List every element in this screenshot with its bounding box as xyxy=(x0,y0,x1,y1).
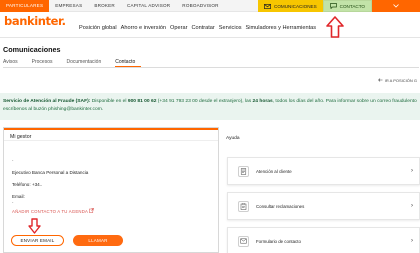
chevron-right-icon: › xyxy=(411,203,413,209)
top-nav-particulares[interactable]: PARTICULARES xyxy=(0,0,50,12)
chat-icon xyxy=(329,3,337,9)
notice-text-1: Disponible en el xyxy=(91,99,127,104)
notice-text-4: . xyxy=(101,107,104,112)
contacto-label: CONTACTO xyxy=(339,3,365,9)
notice-hours: 24 horas xyxy=(252,99,273,104)
gestor-role: Ejecutivo Banca Personal a Distancia xyxy=(12,170,89,175)
notice-text-2: (+34 91 793 23 00 desde el extranjero), … xyxy=(157,99,252,104)
external-link-icon xyxy=(89,208,95,214)
ayuda-card-atencion-cliente[interactable]: Atención al cliente › xyxy=(227,157,420,185)
clipboard-icon xyxy=(238,200,249,212)
bankinter-logo[interactable]: bankinter. xyxy=(4,14,66,28)
top-right-actions: COMUNICACIONES CONTACTO xyxy=(258,0,420,12)
top-nav-capital-advisor[interactable]: CAPITAL ADVISOR xyxy=(121,0,176,12)
tab-documentacion[interactable]: Documentación xyxy=(66,57,107,67)
gestor-email-label: Email: xyxy=(12,194,25,199)
comunicaciones-label: COMUNICACIONES xyxy=(274,3,317,9)
mi-gestor-card: Mi gestor · Ejecutivo Banca Personal a D… xyxy=(3,127,219,253)
notice-email-link[interactable]: phishing@bankinter.com xyxy=(48,107,102,112)
ayuda-item-label: Consultar reclamaciones xyxy=(256,203,305,209)
call-button[interactable]: LLAMAR xyxy=(73,235,123,246)
gestor-email-placeholder: · xyxy=(12,200,14,206)
user-menu-button[interactable] xyxy=(372,0,420,12)
ayuda-item-label: Formulario de contacto xyxy=(256,238,301,244)
gestor-phone-label: Teléfono: xyxy=(12,182,31,187)
annotation-arrow-up-icon xyxy=(326,16,344,38)
mail-icon xyxy=(264,3,271,9)
contacto-button[interactable]: CONTACTO xyxy=(322,0,372,12)
chevron-right-icon: › xyxy=(411,168,413,174)
notice-title: Servicio de Atención al Fraude (SAF): xyxy=(3,99,91,104)
main-nav-contratar[interactable]: Contratar xyxy=(191,25,214,31)
ayuda-card-reclamaciones[interactable]: Consultar reclamaciones › xyxy=(227,192,420,220)
main-nav-ahorro-inversion[interactable]: Ahorro e inversión xyxy=(121,25,166,31)
arrow-left-icon xyxy=(377,78,383,83)
fraud-notice-banner: Servicio de Atención al Fraude (SAF): Di… xyxy=(0,93,420,120)
main-nav-servicios[interactable]: Servicios xyxy=(219,25,242,31)
chevron-right-icon: › xyxy=(411,238,413,244)
gestor-phone-value: +34.. xyxy=(31,182,43,187)
main-nav: Posición global Ahorro e inversión Opera… xyxy=(79,25,316,31)
fraud-notice-text: Servicio de Atención al Fraude (SAF): Di… xyxy=(3,98,417,114)
ayuda-item-label: Atención al cliente xyxy=(256,168,292,174)
document-icon xyxy=(238,165,249,177)
add-contact-label: AÑADIR CONTACTO A TU AGENDA xyxy=(12,209,88,214)
chevron-down-icon xyxy=(393,4,399,8)
gestor-name-placeholder: · xyxy=(12,158,14,164)
comunicaciones-button[interactable]: COMUNICACIONES xyxy=(258,0,323,12)
main-nav-operar[interactable]: Operar xyxy=(170,25,187,31)
top-nav: PARTICULARES EMPRESAS BROKER CAPITAL ADV… xyxy=(0,0,225,12)
annotation-arrow-down-icon xyxy=(28,218,41,234)
tab-contacto[interactable]: Contacto xyxy=(115,57,142,67)
gestor-phone-row: Teléfono: +34.. xyxy=(12,182,42,187)
top-nav-roboadvisor[interactable]: ROBOADVISOR xyxy=(176,0,224,12)
page-title: Comunicaciones xyxy=(3,45,61,54)
add-contact-link[interactable]: AÑADIR CONTACTO A TU AGENDA xyxy=(12,208,95,214)
back-to-posicion-global-link[interactable]: IR A POSICIÓN G xyxy=(377,78,417,83)
back-link-label: IR A POSICIÓN G xyxy=(384,78,417,83)
main-nav-simuladores[interactable]: Simuladores y Herramientas xyxy=(246,25,317,31)
notice-phone: 900 81 00 62 xyxy=(127,99,157,104)
send-email-button[interactable]: ENVIAR EMAIL xyxy=(11,235,64,246)
tab-avisos[interactable]: Avisos xyxy=(3,57,24,67)
top-nav-empresas[interactable]: EMPRESAS xyxy=(49,0,88,12)
main-nav-posicion-global[interactable]: Posición global xyxy=(79,25,117,31)
top-nav-broker[interactable]: BROKER xyxy=(88,0,121,12)
ayuda-card-formulario[interactable]: Formulario de contacto › xyxy=(227,227,420,253)
tab-bar: Avisos Procesos Documentación Contacto xyxy=(3,57,419,68)
mi-gestor-header: Mi gestor xyxy=(4,128,218,141)
tab-procesos[interactable]: Procesos xyxy=(32,57,59,67)
ayuda-heading: Ayuda xyxy=(226,136,240,141)
envelope-icon xyxy=(238,235,249,247)
